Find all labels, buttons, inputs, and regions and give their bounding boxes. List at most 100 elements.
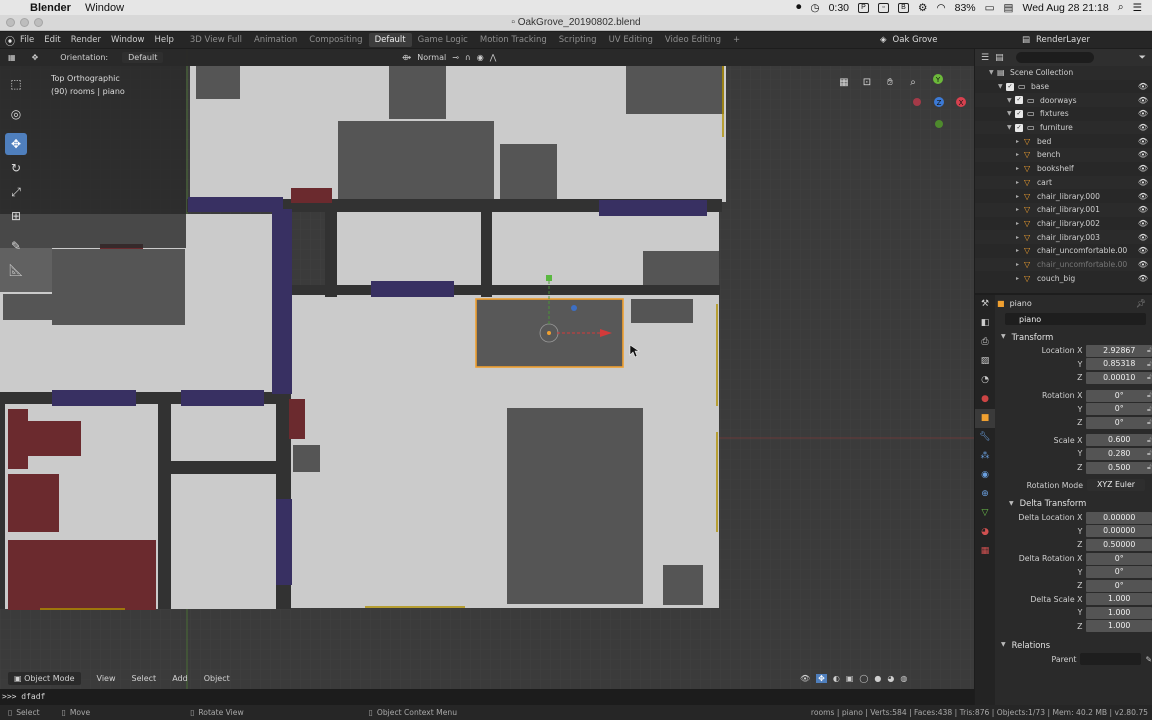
tool-tab-icon[interactable]: ⚒	[975, 295, 995, 314]
disclosure-triangle-icon[interactable]: ▸	[1016, 179, 1024, 186]
disclosure-triangle-icon[interactable]: ▸	[1016, 275, 1024, 282]
transform-panel-header[interactable]: ▼ Transform	[997, 329, 1152, 344]
tab-3d-view-full[interactable]: 3D View Full	[184, 33, 248, 47]
lock-icon[interactable]: 🔓︎	[1147, 360, 1152, 369]
disclosure-triangle-icon[interactable]: ▼	[998, 83, 1006, 90]
delta-scale-z-field[interactable]: 1.000	[1086, 620, 1152, 633]
view-layer-tab-icon[interactable]: ▨	[975, 352, 995, 371]
render-tab-icon[interactable]: ◧	[975, 314, 995, 333]
select-box-tool[interactable]: ⬚	[5, 73, 27, 95]
lock-icon[interactable]: 🔓︎	[1147, 436, 1152, 445]
viewport-canvas[interactable]	[0, 49, 974, 689]
rotation-y-field[interactable]: 0°	[1086, 403, 1152, 416]
visibility-icon[interactable]: 👁︎	[800, 674, 810, 683]
location-y-field[interactable]: 0.85318	[1086, 358, 1152, 371]
exclude-checkbox[interactable]: ✓	[1015, 96, 1023, 105]
outliner-item[interactable]: ▸ ▽ chair_uncomfortable.00 👁︎	[975, 244, 1152, 258]
tab-uv-editing[interactable]: UV Editing	[603, 33, 659, 47]
outliner-item[interactable]: ▸ ▽ chair_library.000 👁︎	[975, 189, 1152, 203]
editor-type-icon[interactable]: ▦	[8, 53, 16, 62]
disclosure-triangle-icon[interactable]: ▼	[1007, 124, 1015, 131]
gizmo-toggle-icon[interactable]: ✥	[816, 673, 827, 683]
app-icon-square[interactable]: ▫	[878, 2, 890, 13]
outliner-item[interactable]: ▸ ▽ couch_big 👁︎	[975, 271, 1152, 285]
delta-scale-x-field[interactable]: 1.000	[1086, 593, 1152, 606]
delta-rotation-y-field[interactable]: 0°	[1086, 566, 1152, 579]
output-tab-icon[interactable]: ⎙	[975, 333, 995, 352]
transform-tool[interactable]: ⊞	[5, 205, 27, 227]
wireframe-shading-icon[interactable]: ◯	[859, 674, 868, 683]
menu-render[interactable]: Render	[71, 35, 101, 45]
camera-view-icon[interactable]: ⊡	[859, 75, 875, 91]
filter-icon[interactable]: ⏷	[1139, 53, 1146, 63]
outliner-item[interactable]: ▸ ▽ chair_uncomfortable.00 👁︎	[975, 257, 1152, 272]
orientation-dropdown[interactable]: Default	[122, 52, 164, 63]
exclude-checkbox[interactable]: ✓	[1015, 109, 1023, 118]
outliner-item[interactable]: ▼ ✓ ▭ furniture 👁︎	[975, 120, 1152, 135]
outliner-item[interactable]: ▸ ▽ cart 👁︎	[975, 175, 1152, 190]
visibility-eye-icon[interactable]: 👁︎	[1138, 246, 1148, 255]
battery-percent[interactable]: 83%	[955, 2, 976, 14]
proportional-icon[interactable]: ◉	[477, 53, 484, 62]
solid-shading-icon[interactable]: ●	[874, 674, 881, 683]
visibility-eye-icon[interactable]: 👁︎	[1138, 192, 1148, 201]
lock-icon[interactable]: 🔓︎	[1147, 463, 1152, 472]
minimize-window-button[interactable]	[20, 18, 29, 27]
toggle-camera-grid-icon[interactable]: ▦	[836, 75, 852, 91]
constraints-tab-icon[interactable]: ⊕	[975, 485, 995, 504]
tab-video-editing[interactable]: Video Editing	[659, 33, 727, 47]
visibility-eye-icon[interactable]: 👁︎	[1138, 137, 1148, 146]
material-shading-icon[interactable]: ◕	[887, 674, 894, 683]
visibility-eye-icon[interactable]: 👁︎	[1138, 109, 1148, 118]
outliner-item[interactable]: ▸ ▽ bed 👁︎	[975, 134, 1152, 148]
properties-panel[interactable]: ⚒ ◧ ⎙ ▨ ◔ ● ■ 🔧︎ ⁂ ◉ ⊕ ▽ ◕ ▦ ■ piano 📌︎ …	[975, 295, 1152, 705]
timer-text[interactable]: 0:30	[829, 2, 849, 14]
menu-window[interactable]: Window	[111, 35, 145, 45]
outliner-item[interactable]: ▼ ▤ Scene Collection	[975, 66, 1152, 80]
tab-animation[interactable]: Animation	[248, 33, 303, 47]
menu-select[interactable]: Select	[132, 674, 157, 683]
menu-object[interactable]: Object	[204, 674, 230, 683]
battery-icon[interactable]: ▭	[985, 2, 995, 14]
disclosure-triangle-icon[interactable]: ▸	[1016, 261, 1024, 268]
rotation-x-field[interactable]: 0°	[1086, 389, 1152, 402]
particles-tab-icon[interactable]: ⁂	[975, 447, 995, 466]
rotate-tool[interactable]: ↻	[5, 157, 27, 179]
material-tab-icon[interactable]: ◕	[975, 523, 995, 542]
outliner-item[interactable]: ▼ ✓ ▭ base 👁︎	[975, 80, 1152, 94]
snap-icon[interactable]: ⊸	[452, 53, 459, 62]
lock-icon[interactable]: 🔓︎	[1147, 391, 1152, 400]
lock-icon[interactable]: 🔓︎	[1147, 373, 1152, 382]
rotation-z-field[interactable]: 0°	[1086, 416, 1152, 429]
disclosure-triangle-icon[interactable]: ▸	[1016, 138, 1024, 145]
scene-name[interactable]: Oak Grove	[893, 35, 938, 45]
disclosure-triangle-icon[interactable]: ▸	[1016, 206, 1024, 213]
python-console-line[interactable]: >>> dfadf	[0, 689, 974, 705]
menu-help[interactable]: Help	[154, 35, 173, 45]
exclude-checkbox[interactable]: ✓	[1006, 82, 1014, 91]
pivot-dropdown[interactable]: Normal	[417, 53, 446, 62]
scale-x-field[interactable]: 0.600	[1086, 434, 1152, 447]
menu-add[interactable]: Add	[172, 674, 188, 683]
display-mode-icon[interactable]: ▤	[995, 53, 1004, 63]
visibility-eye-icon[interactable]: 👁︎	[1138, 150, 1148, 159]
relations-panel-header[interactable]: ▼ Relations	[997, 637, 1152, 652]
flag-icon[interactable]: ▤	[1004, 2, 1014, 14]
pin-icon[interactable]: 📌︎	[1136, 299, 1146, 308]
disclosure-triangle-icon[interactable]: ▸	[1016, 193, 1024, 200]
disclosure-triangle-icon[interactable]: ▸	[1016, 165, 1024, 172]
search-icon[interactable]: ⌕	[1118, 1, 1124, 14]
xray-toggle-icon[interactable]: ▣	[846, 674, 854, 683]
clock-datetime[interactable]: Wed Aug 28 21:18	[1022, 2, 1108, 14]
disclosure-triangle-icon[interactable]: ▸	[1016, 220, 1024, 227]
overlay-toggle-icon[interactable]: ◐	[833, 674, 840, 683]
disclosure-triangle-icon[interactable]: ▸	[1016, 151, 1024, 158]
delta-location-z-field[interactable]: 0.50000	[1086, 538, 1152, 551]
modifier-tab-icon[interactable]: 🔧︎	[975, 428, 995, 447]
visibility-eye-icon[interactable]: 👁︎	[1138, 260, 1148, 269]
disclosure-triangle-icon[interactable]: ▼	[1007, 110, 1015, 117]
magnet-icon[interactable]: ∩	[465, 53, 471, 62]
menu-file[interactable]: File	[20, 35, 34, 45]
visibility-eye-icon[interactable]: 👁︎	[1138, 96, 1148, 105]
axis-x-negative[interactable]	[913, 98, 921, 106]
